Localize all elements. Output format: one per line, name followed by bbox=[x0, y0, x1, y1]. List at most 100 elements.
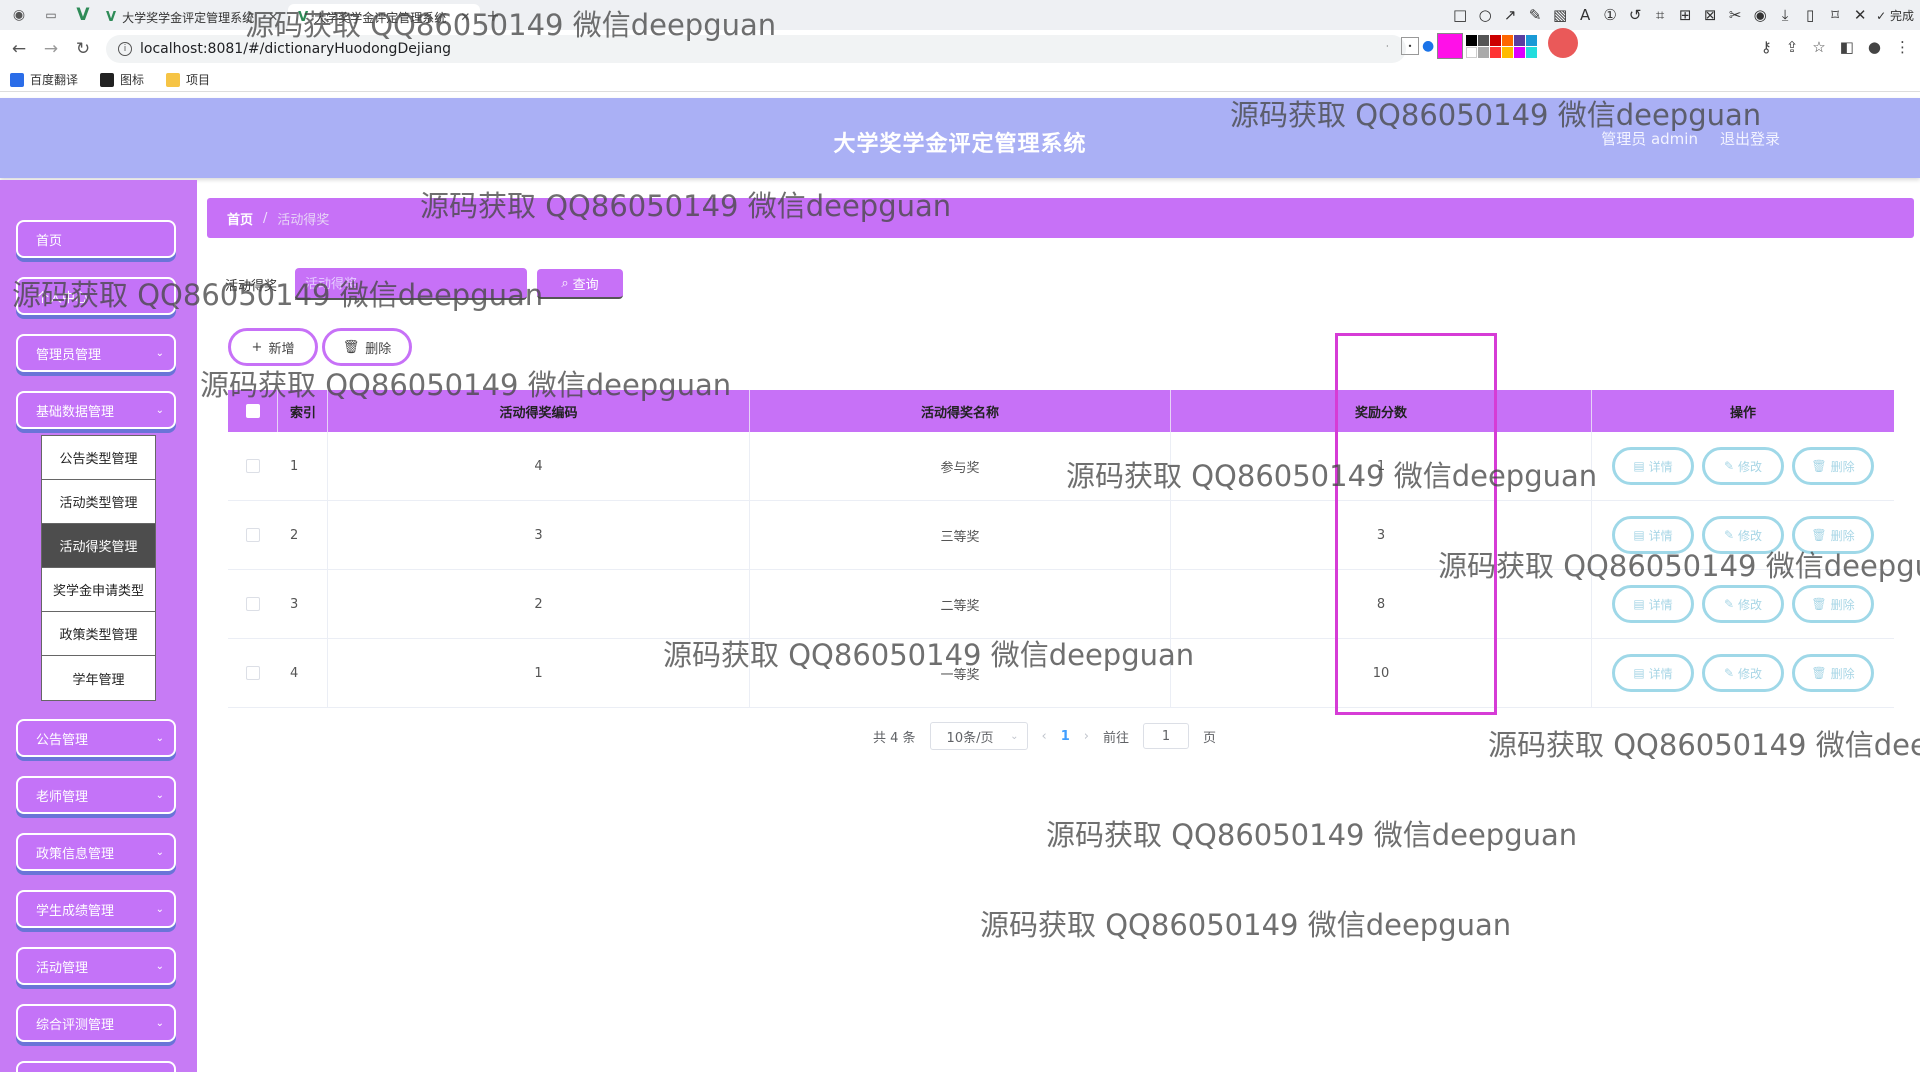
submenu-activity-type[interactable]: 活动类型管理 bbox=[42, 480, 155, 524]
key-icon[interactable]: ⚷ bbox=[1761, 38, 1772, 56]
cancel-icon[interactable]: ✕ bbox=[1851, 6, 1869, 24]
search-button[interactable]: ⌕ 查询 bbox=[537, 269, 623, 299]
reload-icon[interactable]: ↻ bbox=[70, 39, 96, 59]
current-color-swatch[interactable] bbox=[1437, 33, 1464, 59]
add-button[interactable]: + 新增 bbox=[228, 328, 318, 366]
pen-tool-icon[interactable]: ✎ bbox=[1526, 6, 1544, 24]
sidebar-item-home[interactable]: 首页 bbox=[16, 220, 176, 258]
tab-2[interactable]: V 大学奖学金评定管理系统 ✕ bbox=[288, 4, 481, 30]
edit-button[interactable]: ✎ 修改 bbox=[1702, 447, 1784, 485]
mosaic-tool-icon[interactable]: ▧ bbox=[1551, 6, 1569, 24]
download-icon[interactable]: ⤓ bbox=[1776, 6, 1794, 24]
close-icon[interactable]: ✕ bbox=[268, 10, 278, 24]
detail-button[interactable]: ▤ 详情 bbox=[1612, 447, 1694, 485]
row-checkbox[interactable] bbox=[246, 666, 260, 680]
row-checkbox[interactable] bbox=[246, 459, 260, 473]
bookmark-item[interactable]: 项目 bbox=[166, 71, 210, 88]
arrow-tool-icon[interactable]: ↗ bbox=[1501, 6, 1519, 24]
browser-menu-icon[interactable]: ◉ bbox=[6, 7, 32, 23]
delete-row-button[interactable]: 🗑 删除 bbox=[1792, 585, 1874, 623]
delete-row-button[interactable]: 🗑 删除 bbox=[1792, 516, 1874, 554]
pagination: 共 4 条 10条/页 ⌄ ‹ 1 › 前往 页 bbox=[873, 722, 1216, 750]
goto-page-input[interactable] bbox=[1143, 723, 1190, 749]
prev-page-icon[interactable]: ‹ bbox=[1042, 729, 1047, 744]
detail-button[interactable]: ▤ 详情 bbox=[1612, 585, 1694, 623]
ocr-icon[interactable]: ⊞ bbox=[1676, 6, 1694, 24]
detail-button[interactable]: ▤ 详情 bbox=[1612, 516, 1694, 554]
vue-tab-icon[interactable]: V bbox=[70, 5, 96, 25]
translate-icon[interactable]: ⊠ bbox=[1701, 6, 1719, 24]
edit-icon: ✎ bbox=[1723, 528, 1735, 542]
edit-button[interactable]: ✎ 修改 bbox=[1702, 654, 1784, 692]
undo-icon[interactable]: ↺ bbox=[1626, 6, 1644, 24]
search-label: 活动得奖 bbox=[225, 278, 278, 294]
crop-icon[interactable]: ⌗ bbox=[1651, 6, 1669, 24]
new-tab-icon[interactable]: + bbox=[486, 6, 499, 25]
medium-size-icon[interactable]: • bbox=[1401, 37, 1419, 55]
logout-link[interactable]: 退出登录 bbox=[1720, 128, 1780, 149]
chevron-down-icon: ⌄ bbox=[155, 846, 164, 858]
edit-icon: ✎ bbox=[1723, 597, 1735, 611]
next-page-icon[interactable]: › bbox=[1084, 729, 1089, 744]
share-icon[interactable]: ⇪ bbox=[1786, 38, 1799, 56]
page-size-select[interactable]: 10条/页 ⌄ bbox=[929, 722, 1028, 750]
breadcrumb-home[interactable]: 首页 bbox=[227, 209, 253, 228]
detail-button[interactable]: ▤ 详情 bbox=[1612, 654, 1694, 692]
profile-icon[interactable]: ● bbox=[1868, 38, 1881, 56]
bookmark-item[interactable]: 百度翻译 bbox=[10, 71, 78, 88]
record-icon[interactable]: ◉ bbox=[1751, 6, 1769, 24]
sidebar-item-more[interactable] bbox=[16, 1061, 176, 1072]
cell-name: 三等奖 bbox=[750, 500, 1171, 570]
edit-button[interactable]: ✎ 修改 bbox=[1702, 585, 1784, 623]
search-input[interactable] bbox=[295, 268, 527, 300]
submenu-scholarship-type[interactable]: 奖学金申请类型 bbox=[42, 568, 155, 612]
save-icon[interactable]: ▯ bbox=[1801, 6, 1819, 24]
text-tool-icon[interactable]: A bbox=[1576, 6, 1594, 24]
forward-icon[interactable]: → bbox=[38, 39, 64, 59]
submenu-notice-type[interactable]: 公告类型管理 bbox=[42, 436, 155, 480]
row-checkbox[interactable] bbox=[246, 528, 260, 542]
pin-icon[interactable]: ✂ bbox=[1726, 6, 1744, 24]
tab-list-icon[interactable]: ▭ bbox=[38, 8, 64, 22]
sidebar-item-basic-data[interactable]: 基础数据管理 ⌄ bbox=[16, 391, 176, 429]
url-field[interactable]: i localhost:8081/#/dictionaryHuodongDeji… bbox=[106, 35, 1406, 63]
tab-1[interactable]: V 大学奖学金评定管理系统 ✕ bbox=[96, 4, 288, 30]
rectangle-tool-icon[interactable]: □ bbox=[1451, 6, 1469, 24]
submenu-policy-type[interactable]: 政策类型管理 bbox=[42, 612, 155, 656]
sidebar-item-admin[interactable]: 管理员管理 ⌄ bbox=[16, 334, 176, 372]
large-size-icon[interactable]: ● bbox=[1422, 38, 1434, 54]
row-checkbox[interactable] bbox=[246, 597, 260, 611]
sidebar-item-activity[interactable]: 活动管理 ⌄ bbox=[16, 947, 176, 985]
breadcrumb-current: 活动得奖 bbox=[277, 212, 330, 228]
page-number[interactable]: 1 bbox=[1061, 729, 1070, 744]
sidebar-item-profile[interactable]: 个人中心 bbox=[16, 277, 176, 315]
more-icon[interactable]: ⋮ bbox=[1895, 38, 1910, 56]
sidepanel-icon[interactable]: ◧ bbox=[1840, 38, 1854, 56]
chevron-down-icon: ⌄ bbox=[155, 1017, 164, 1029]
edit-button[interactable]: ✎ 修改 bbox=[1702, 516, 1784, 554]
star-icon[interactable]: ☆ bbox=[1812, 38, 1825, 56]
info-icon[interactable]: i bbox=[118, 42, 132, 56]
submenu-school-year[interactable]: 学年管理 bbox=[42, 656, 155, 700]
ellipse-tool-icon[interactable]: ○ bbox=[1476, 6, 1494, 24]
sidebar-item-policy[interactable]: 政策信息管理 ⌄ bbox=[16, 833, 176, 871]
number-tool-icon[interactable]: ① bbox=[1601, 6, 1619, 24]
small-size-icon[interactable]: · bbox=[1386, 42, 1398, 51]
bookmark-item[interactable]: 图标 bbox=[100, 71, 144, 88]
sidebar-item-notice[interactable]: 公告管理 ⌄ bbox=[16, 719, 176, 757]
color-swatches[interactable] bbox=[1466, 34, 1538, 58]
bookmark-icon[interactable]: ⌑ bbox=[1826, 6, 1844, 24]
done-button[interactable]: ✓ 完成 bbox=[1876, 7, 1914, 24]
sidebar-item-teacher[interactable]: 老师管理 ⌄ bbox=[16, 776, 176, 814]
submenu-activity-award[interactable]: 活动得奖管理 bbox=[42, 524, 155, 568]
delete-button[interactable]: 🗑 删除 bbox=[322, 328, 412, 366]
sidebar-item-grades[interactable]: 学生成绩管理 ⌄ bbox=[16, 890, 176, 928]
sidebar-item-evaluation[interactable]: 综合评测管理 ⌄ bbox=[16, 1004, 176, 1042]
back-icon[interactable]: ← bbox=[6, 39, 32, 59]
delete-row-button[interactable]: 🗑 删除 bbox=[1792, 447, 1874, 485]
delete-row-button[interactable]: 🗑 删除 bbox=[1792, 654, 1874, 692]
row-actions: ▤ 详情 ✎ 修改 🗑 删除 bbox=[1592, 585, 1894, 623]
annotation-rectangle bbox=[1335, 333, 1497, 715]
close-icon[interactable]: ✕ bbox=[460, 10, 470, 24]
select-all-checkbox[interactable] bbox=[245, 404, 260, 418]
